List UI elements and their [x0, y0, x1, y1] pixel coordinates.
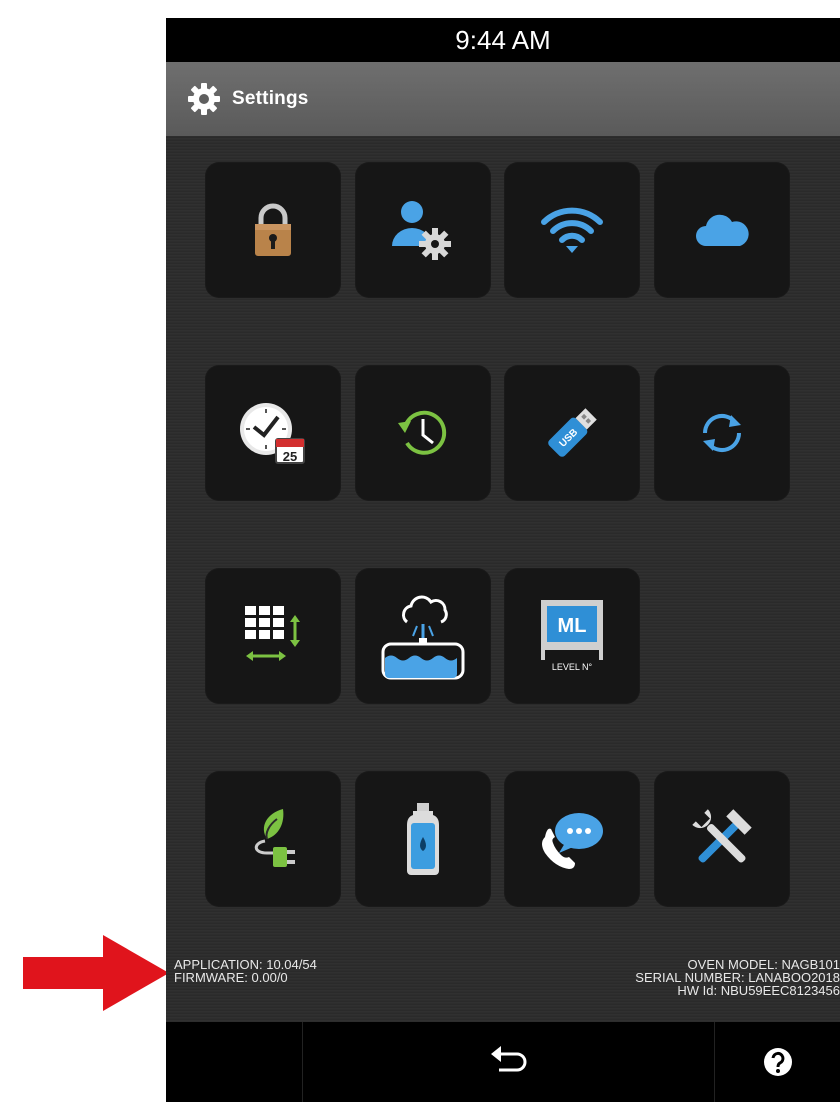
calendar-day-label: 25 [283, 449, 297, 464]
nav-left-button[interactable] [166, 1022, 302, 1102]
wifi-icon [541, 207, 603, 253]
phone-chat-icon [542, 813, 603, 869]
hw-id: HW Id: NBU59EEC8123456 [677, 983, 840, 998]
ml-level-tile[interactable]: ML LEVEL N° [504, 568, 640, 704]
sync-tile[interactable] [654, 365, 790, 501]
water-bottle-tile[interactable] [355, 771, 491, 907]
annotation-arrow-icon [23, 935, 169, 1011]
date-time-tile[interactable]: 25 [205, 365, 341, 501]
support-tile[interactable] [504, 771, 640, 907]
tools-icon [692, 809, 752, 863]
ml-label: ML [558, 615, 587, 637]
eco-plug-icon [254, 809, 295, 867]
lock-icon [255, 203, 291, 256]
ml-level-icon: ML LEVEL N° [541, 600, 603, 672]
history-icon [398, 410, 447, 455]
clock-time: 9:44 AM [455, 24, 551, 55]
grid-resize-icon [245, 606, 300, 661]
version-info: APPLICATION: 10.04/54 FIRMWARE: 0.00/0 [174, 958, 317, 984]
firmware-version: FIRMWARE: 0.00/0 [174, 970, 288, 985]
level-label: LEVEL N° [552, 662, 593, 672]
user-settings-tile[interactable] [355, 162, 491, 298]
water-bottle-icon [407, 803, 439, 875]
help-button[interactable] [715, 1022, 840, 1102]
lock-tile[interactable] [205, 162, 341, 298]
gear-icon [188, 83, 220, 115]
user-settings-icon [392, 201, 451, 260]
help-icon [763, 1048, 792, 1076]
page-title: Settings [232, 88, 309, 109]
sync-icon [702, 413, 742, 453]
cloud-icon [696, 214, 749, 246]
usb-icon: USB [548, 408, 597, 457]
device-info: OVEN MODEL: NAGB101 SERIAL NUMBER: LANAB… [635, 958, 840, 997]
navigation-bar [166, 1022, 840, 1102]
clock-calendar-icon: 25 [240, 403, 305, 464]
service-tools-tile[interactable] [654, 771, 790, 907]
device-screen: 9:44 AM Settings 25 USB ML LEVEL N° APPL… [166, 18, 840, 1102]
status-bar: 9:44 AM [166, 18, 840, 62]
back-button[interactable] [303, 1022, 714, 1102]
wifi-tile[interactable] [504, 162, 640, 298]
water-tank-icon [381, 595, 465, 680]
title-bar: Settings [166, 62, 840, 136]
history-tile[interactable] [355, 365, 491, 501]
usb-tile[interactable]: USB [504, 365, 640, 501]
back-icon [490, 1046, 526, 1072]
grid-resize-tile[interactable] [205, 568, 341, 704]
eco-power-tile[interactable] [205, 771, 341, 907]
cloud-tile[interactable] [654, 162, 790, 298]
water-tank-tile[interactable] [355, 568, 491, 704]
